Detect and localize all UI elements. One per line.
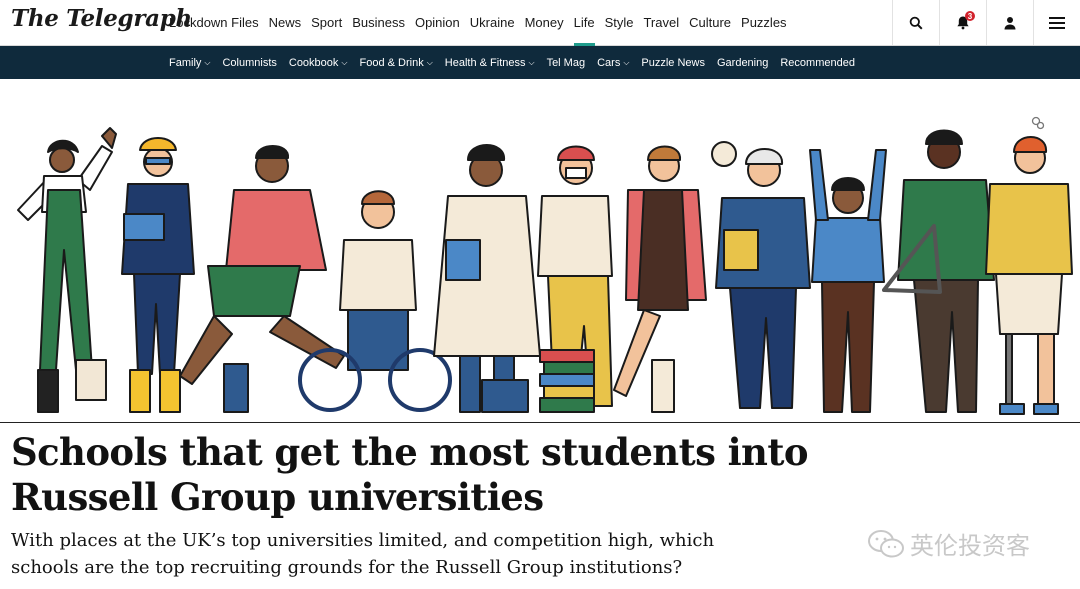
nav-item-puzzles[interactable]: Puzzles [741, 0, 787, 45]
search-button[interactable] [892, 0, 939, 45]
figure-wheelchair-user [298, 190, 452, 412]
subnav-item-gardening[interactable]: Gardening [717, 57, 768, 69]
nav-item-life[interactable]: Life [573, 0, 595, 46]
subnav-item-label: Cookbook [288, 56, 339, 69]
figure-arms-raised [809, 149, 887, 413]
subnav-item-columnists[interactable]: Columnists [222, 57, 276, 69]
subnav-item-label: Family [169, 56, 202, 69]
subnav-item-label: Cars [597, 56, 621, 69]
chevron-down-icon: ⌵ [341, 57, 348, 67]
section-subnav: Family ⌵ Columnists Cookbook ⌵ Food & Drin… [0, 46, 1080, 79]
image-share-button[interactable] [1031, 116, 1045, 135]
menu-button[interactable] [1033, 0, 1080, 45]
main-nav: Lockdown Files News Sport Business Opini… [169, 0, 797, 46]
subnav-item-tel-mag[interactable]: Tel Mag [547, 57, 586, 69]
article-standfirst: With places at the UK’s top universities… [11, 530, 715, 578]
figure-student-green-dungarees [17, 127, 117, 413]
figure-prosthetic-leg [985, 136, 1073, 415]
watermark-text: 英伦投资客 [910, 532, 1030, 560]
notifications-count-badge: 3 [965, 11, 975, 21]
subnav-item-label: Food & Drink [359, 56, 424, 69]
figure-set-square [882, 129, 995, 413]
subnav-item-label: Health & Fitness [444, 56, 526, 69]
chevron-down-icon: ⌵ [426, 57, 433, 67]
chevron-down-icon: ⌵ [528, 57, 535, 67]
site-logo[interactable]: The Telegraph [11, 5, 192, 32]
watermark: 英伦投资客 [866, 526, 1030, 561]
nav-item-business[interactable]: Business [352, 0, 405, 45]
user-icon [1004, 16, 1016, 29]
search-icon [909, 16, 923, 30]
nav-item-lockdown-files[interactable]: Lockdown Files [169, 0, 259, 45]
people-illustration [17, 127, 1073, 415]
figure-blue-jacket [715, 148, 811, 409]
header-tools: 3 [892, 0, 1080, 45]
chevron-down-icon: ⌵ [623, 57, 630, 67]
nav-item-travel[interactable]: Travel [643, 0, 679, 45]
subnav-item-cookbook[interactable]: Cookbook ⌵ [289, 57, 348, 69]
nav-item-style[interactable]: Style [605, 0, 634, 45]
subnav-item-puzzle-news[interactable]: Puzzle News [641, 57, 705, 69]
chevron-down-icon: ⌵ [204, 57, 211, 67]
subnav-item-label: Puzzle News [641, 56, 705, 69]
hamburger-icon [1049, 16, 1065, 29]
wechat-icon [868, 529, 904, 557]
hero-illustration [0, 80, 1080, 423]
article-headline: Schools that get the most students into … [11, 430, 809, 519]
subnav-item-label: Recommended [780, 56, 855, 69]
subnav-item-recommended[interactable]: Recommended [780, 57, 855, 69]
subnav-item-family[interactable]: Family ⌵ [169, 57, 210, 69]
subnav-item-label: Gardening [716, 56, 769, 69]
share-icon [1031, 116, 1045, 130]
subnav-item-health-fitness[interactable]: Health & Fitness ⌵ [445, 57, 535, 69]
nav-item-opinion[interactable]: Opinion [415, 0, 460, 45]
nav-item-ukraine[interactable]: Ukraine [470, 0, 515, 45]
nav-item-sport[interactable]: Sport [311, 0, 342, 45]
subnav-item-cars[interactable]: Cars ⌵ [597, 57, 629, 69]
subnav-item-label: Columnists [222, 56, 277, 69]
figure-hoodie-shorts [179, 145, 345, 413]
nav-item-news[interactable]: News [269, 0, 302, 45]
subnav-item-label: Tel Mag [546, 56, 586, 69]
site-header: The Telegraph Lockdown Files News Sport … [0, 0, 1080, 46]
notifications-button[interactable]: 3 [939, 0, 986, 45]
nav-item-money[interactable]: Money [525, 0, 564, 45]
hero-ground-line [0, 422, 1080, 423]
account-button[interactable] [986, 0, 1033, 45]
nav-item-culture[interactable]: Culture [689, 0, 731, 45]
subnav-item-food-drink[interactable]: Food & Drink ⌵ [360, 57, 433, 69]
